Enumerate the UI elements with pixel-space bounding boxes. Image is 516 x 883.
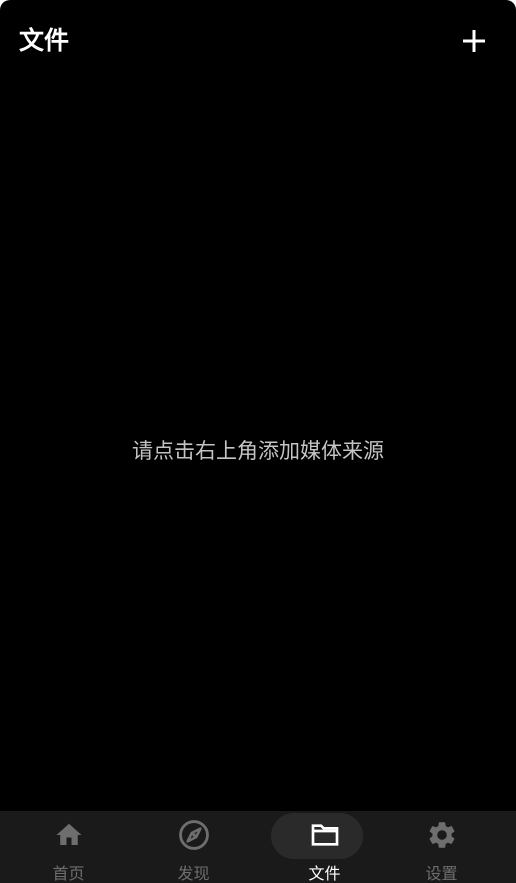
nav-label-files: 文件 — [308, 864, 341, 883]
add-source-button[interactable] — [455, 22, 493, 60]
empty-state-message: 请点击右上角添加媒体来源 — [132, 439, 384, 463]
nav-label-discover: 发现 — [177, 864, 210, 883]
plus-icon — [463, 30, 485, 52]
nav-label-home: 首页 — [52, 864, 85, 883]
bottom-nav: 首页 发现 文件 设置 — [0, 811, 516, 883]
gear-icon — [429, 822, 454, 848]
app-header: 文件 — [0, 0, 516, 84]
page-title: 文件 — [19, 26, 70, 55]
nav-item-home[interactable]: 首页 — [4, 811, 133, 883]
folder-icon — [311, 824, 338, 846]
nav-label-settings: 设置 — [425, 864, 458, 883]
nav-item-discover[interactable]: 发现 — [129, 811, 258, 883]
compass-icon — [178, 820, 209, 850]
home-icon — [56, 823, 81, 845]
files-screen: 文件 请点击右上角添加媒体来源 首页 发现 文件 设置 — [0, 0, 516, 883]
nav-item-files[interactable]: 文件 — [260, 811, 389, 883]
nav-item-settings[interactable]: 设置 — [377, 811, 506, 883]
